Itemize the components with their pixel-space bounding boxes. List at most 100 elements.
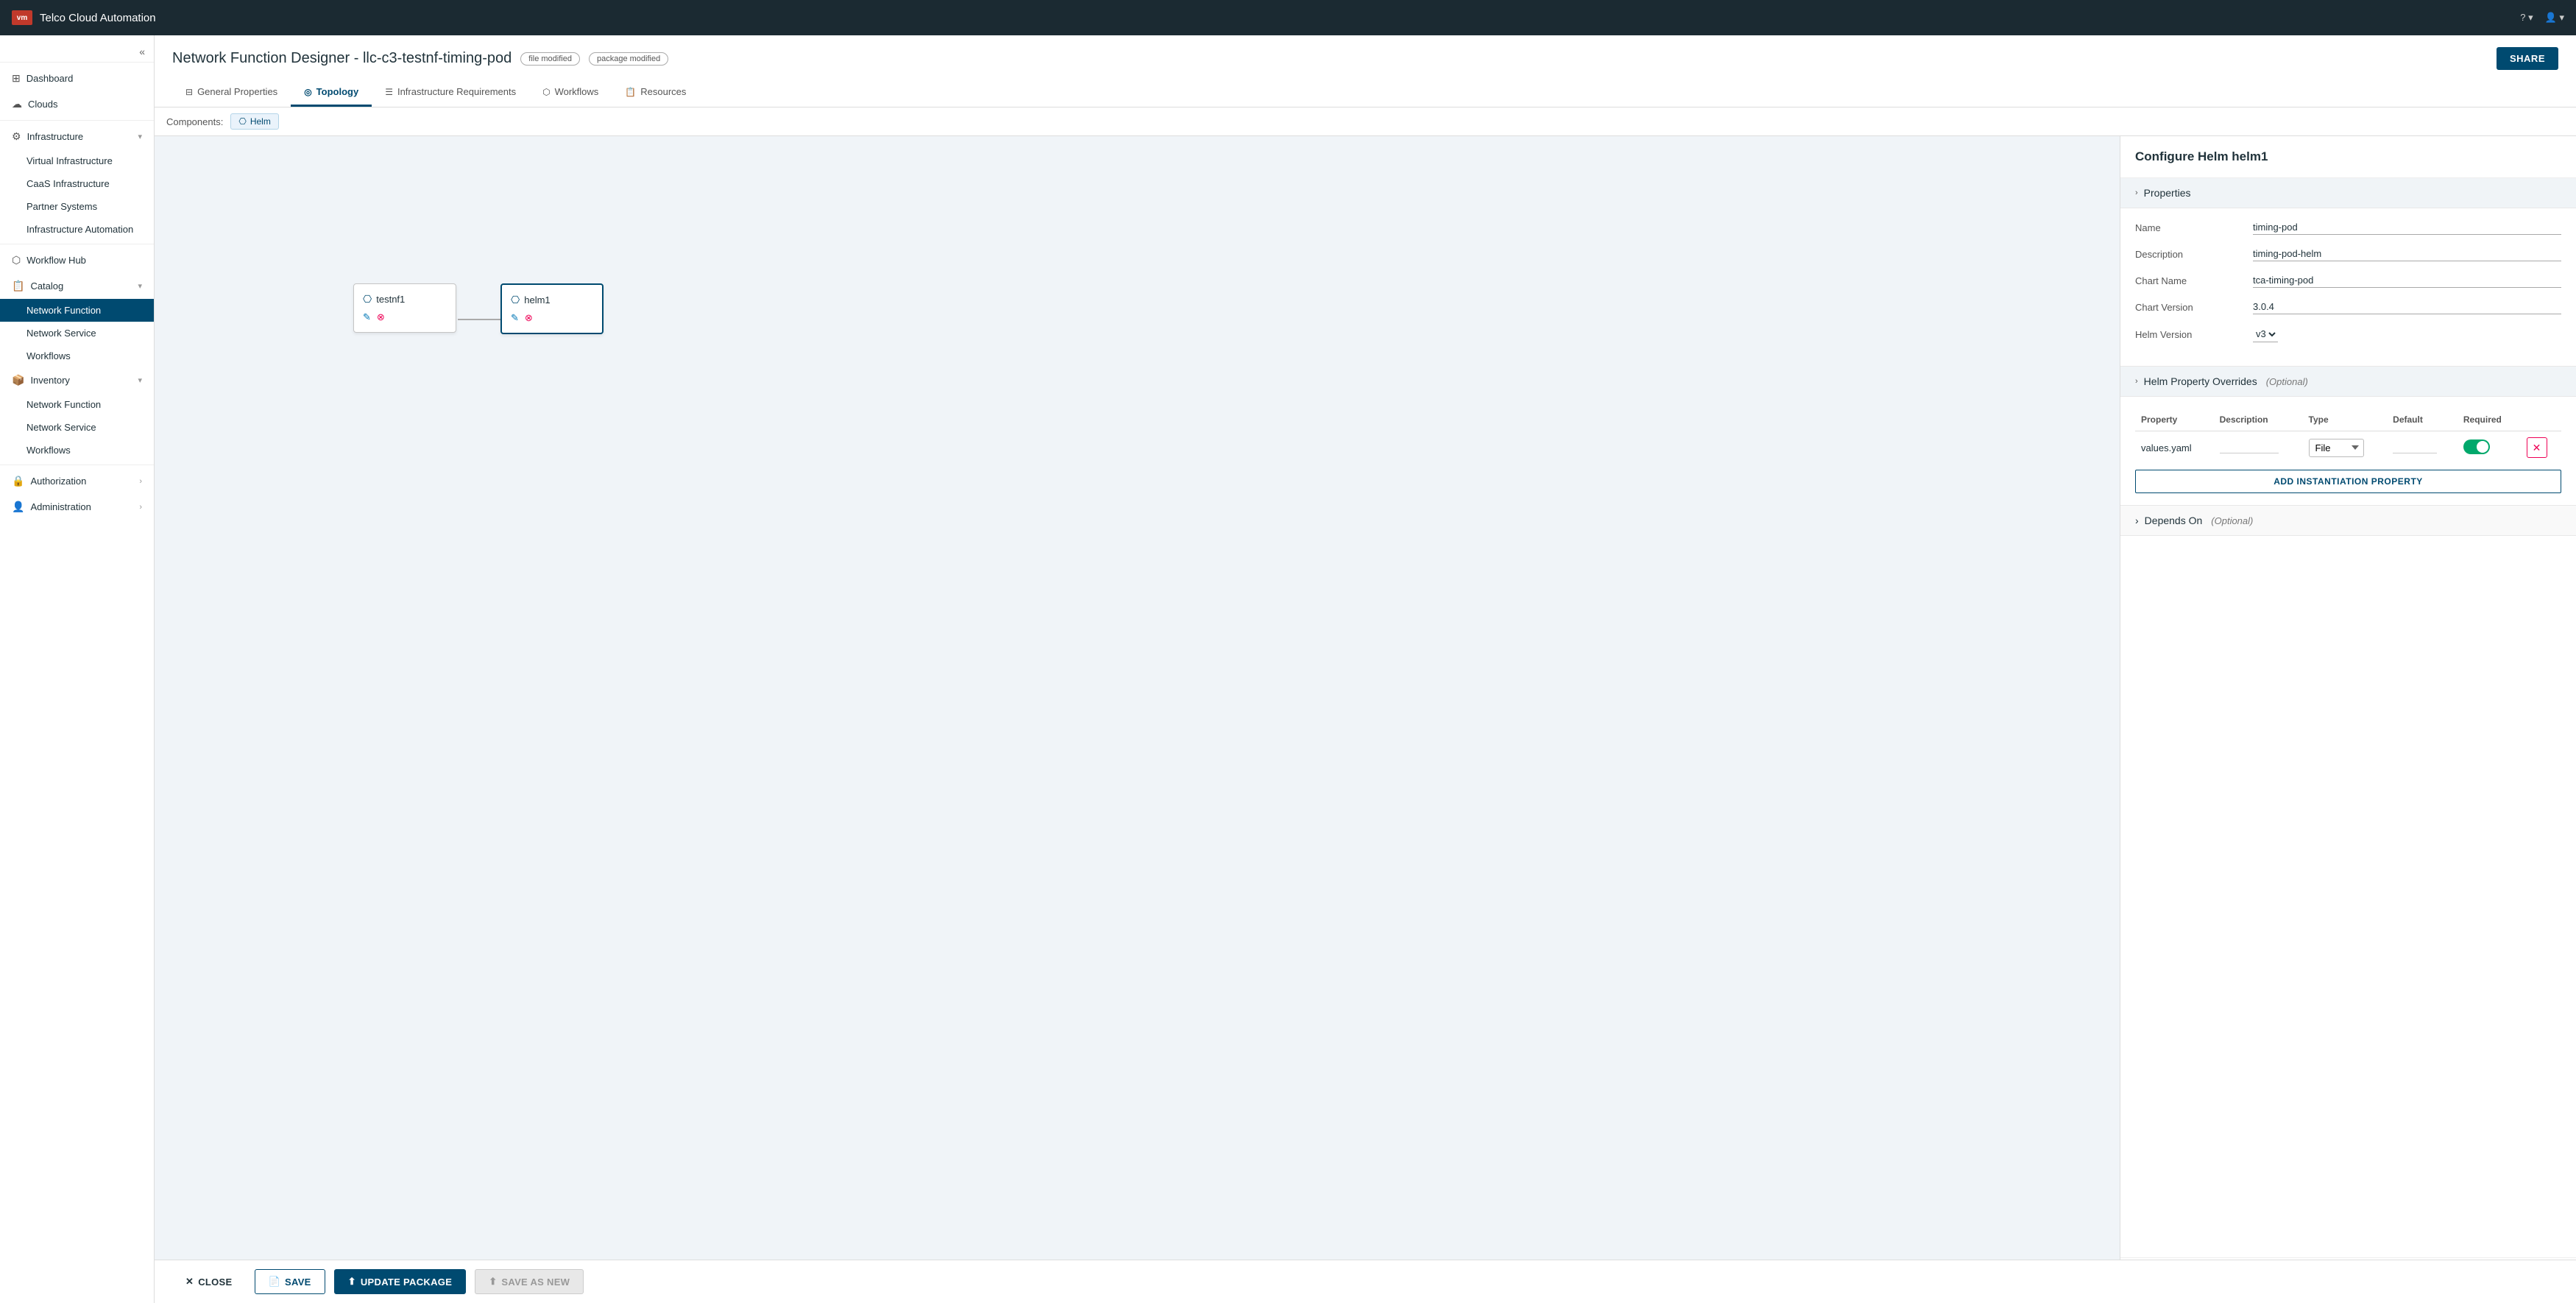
field-chart-version-row: Chart Version xyxy=(2135,300,2561,314)
helm-property-overrides-section: › Helm Property Overrides (Optional) Pro… xyxy=(2120,367,2576,506)
sidebar-item-inventory-network-function[interactable]: Network Function xyxy=(0,393,154,416)
helm-version-label: Helm Version xyxy=(2135,329,2253,340)
page-header-top: Network Function Designer - llc-c3-testn… xyxy=(172,47,2558,70)
add-instantiation-property-button[interactable]: ADD INSTANTIATION PROPERTY xyxy=(2135,470,2561,493)
share-button[interactable]: SHARE xyxy=(2497,47,2558,70)
default-value xyxy=(2387,431,2458,465)
components-bar: Components: ⎔ Helm xyxy=(155,107,2576,136)
col-property: Property xyxy=(2135,409,2214,431)
sidebar-item-catalog-workflows[interactable]: Workflows xyxy=(0,345,154,367)
sidebar-item-caas-infrastructure[interactable]: CaaS Infrastructure xyxy=(0,172,154,195)
type-select[interactable]: File String Integer xyxy=(2309,439,2364,457)
helm-overrides-section-header[interactable]: › Helm Property Overrides (Optional) xyxy=(2120,367,2576,397)
topology-node-testnf1[interactable]: ⎔ testnf1 ✎ ⊗ xyxy=(353,283,456,333)
sidebar-item-catalog-network-function[interactable]: Network Function xyxy=(0,299,154,322)
save-button[interactable]: 📄 SAVE xyxy=(255,1269,325,1294)
save-as-new-button[interactable]: ⬆ SAVE AS NEW xyxy=(475,1269,584,1294)
required-toggle[interactable] xyxy=(2463,439,2490,454)
helm-node-icon: ⎔ xyxy=(363,293,372,306)
collapse-button[interactable]: « xyxy=(139,46,145,57)
sidebar-item-clouds[interactable]: ☁ Clouds xyxy=(0,91,154,117)
delete-icon[interactable]: ⊗ xyxy=(377,311,385,323)
helm-node-icon: ⎔ xyxy=(511,294,520,306)
property-value: values.yaml xyxy=(2135,431,2214,465)
delete-icon[interactable]: ⊗ xyxy=(525,312,533,324)
lock-icon: 🔒 xyxy=(12,475,24,487)
property-overrides-table: Property Description Type Default Requir… xyxy=(2135,409,2561,464)
field-helm-version-row: Helm Version v3 v2 xyxy=(2135,326,2561,342)
tab-topology[interactable]: ◎ Topology xyxy=(291,79,372,107)
properties-section-content: Name Description Chart Name Chart V xyxy=(2120,208,2576,366)
description-field[interactable] xyxy=(2220,442,2279,453)
sidebar-item-inventory-workflows[interactable]: Workflows xyxy=(0,439,154,462)
sidebar-item-label: Workflow Hub xyxy=(26,255,86,266)
chart-version-input[interactable] xyxy=(2253,300,2561,314)
sidebar-item-catalog-network-service[interactable]: Network Service xyxy=(0,322,154,345)
sidebar-toggle[interactable]: « xyxy=(0,41,154,63)
chart-name-label: Chart Name xyxy=(2135,275,2253,286)
sidebar-group-inventory[interactable]: 📦 Inventory ▾ xyxy=(0,367,154,393)
field-chart-name-row: Chart Name xyxy=(2135,273,2561,288)
chevron-down-icon: ▾ xyxy=(138,375,142,385)
helm-version-select[interactable]: v3 v2 xyxy=(2253,326,2278,342)
default-field[interactable] xyxy=(2393,442,2437,453)
chevron-right-icon: › xyxy=(2135,188,2138,197)
sidebar-item-partner-systems[interactable]: Partner Systems xyxy=(0,195,154,218)
user-icon: 👤 xyxy=(12,501,24,513)
delete-row-button[interactable]: ✕ xyxy=(2527,437,2547,458)
update-package-button[interactable]: ⬆ UPDATE PACKAGE xyxy=(334,1269,467,1294)
toggle-thumb xyxy=(2477,441,2488,453)
close-x-icon: ✕ xyxy=(185,1276,194,1288)
topology-nodes-area: ⎔ testnf1 ✎ ⊗ ⎔ helm1 xyxy=(155,136,2120,1303)
depends-on-label: Depends On xyxy=(2145,515,2203,526)
sidebar-item-infrastructure-automation[interactable]: Infrastructure Automation xyxy=(0,218,154,241)
topology-node-helm1[interactable]: ⎔ helm1 ✎ ⊗ xyxy=(500,283,604,334)
edit-icon[interactable]: ✎ xyxy=(511,312,519,324)
helm-chip[interactable]: ⎔ Helm xyxy=(230,113,279,130)
sidebar-item-inventory-network-service[interactable]: Network Service xyxy=(0,416,154,439)
field-description-row: Description xyxy=(2135,247,2561,261)
tab-general-properties[interactable]: ⊟ General Properties xyxy=(172,79,291,107)
properties-label: Properties xyxy=(2144,187,2191,199)
helm-chip-label: Helm xyxy=(250,116,271,127)
sidebar-item-dashboard[interactable]: ⊞ Dashboard xyxy=(0,66,154,91)
chart-name-input[interactable] xyxy=(2253,273,2561,288)
sidebar-group-catalog[interactable]: 📋 Catalog ▾ xyxy=(0,273,154,299)
close-button[interactable]: ✕ CLOSE xyxy=(172,1270,246,1293)
general-properties-icon: ⊟ xyxy=(185,87,193,97)
helm-overrides-section-content: Property Description Type Default Requir… xyxy=(2120,397,2576,505)
bottom-bar: ✕ CLOSE 📄 SAVE ⬆ UPDATE PACKAGE ⬆ SAVE A… xyxy=(155,1260,2576,1303)
components-label: Components: xyxy=(166,116,223,127)
sidebar-group-authorization[interactable]: 🔒 Authorization › xyxy=(0,468,154,494)
col-type: Type xyxy=(2303,409,2388,431)
logo-area: vm Telco Cloud Automation xyxy=(12,10,156,25)
tab-resources[interactable]: 📋 Resources xyxy=(612,79,699,107)
sidebar-item-virtual-infrastructure[interactable]: Virtual Infrastructure xyxy=(0,149,154,172)
sidebar-group-label-text: Authorization xyxy=(30,476,86,487)
properties-section-header[interactable]: › Properties xyxy=(2120,178,2576,208)
topology-canvas[interactable]: ⎔ testnf1 ✎ ⊗ ⎔ helm1 xyxy=(155,136,2120,1303)
tab-infrastructure-requirements[interactable]: ☰ Infrastructure Requirements xyxy=(372,79,529,107)
upload-icon: ⬆ xyxy=(348,1276,356,1288)
sidebar-item-workflow-hub[interactable]: ⬡ Workflow Hub xyxy=(0,247,154,273)
help-button[interactable]: ? ▾ xyxy=(2520,12,2533,24)
chevron-down-icon: ▾ xyxy=(138,281,142,291)
catalog-icon: 📋 xyxy=(12,280,24,292)
page-header: Network Function Designer - llc-c3-testn… xyxy=(155,35,2576,107)
name-input[interactable] xyxy=(2253,220,2561,235)
workflows-icon: ⬡ xyxy=(542,87,550,97)
dashboard-icon: ⊞ xyxy=(12,72,21,85)
tab-workflows[interactable]: ⬡ Workflows xyxy=(529,79,612,107)
depends-on-section-header[interactable]: › Depends On (Optional) xyxy=(2135,515,2561,526)
user-button[interactable]: 👤 ▾ xyxy=(2545,12,2564,24)
sidebar-group-label-text: Inventory xyxy=(30,375,69,386)
description-input[interactable] xyxy=(2253,247,2561,261)
sidebar-group-infrastructure[interactable]: ⚙ Infrastructure ▾ xyxy=(0,124,154,149)
save-icon: 📄 xyxy=(269,1276,281,1288)
sidebar-group-administration[interactable]: 👤 Administration › xyxy=(0,494,154,520)
description-value xyxy=(2214,431,2303,465)
package-modified-badge: package modified xyxy=(589,52,668,66)
chevron-right-icon: › xyxy=(2135,515,2139,526)
toggle-track[interactable] xyxy=(2463,439,2490,454)
edit-icon[interactable]: ✎ xyxy=(363,311,371,323)
